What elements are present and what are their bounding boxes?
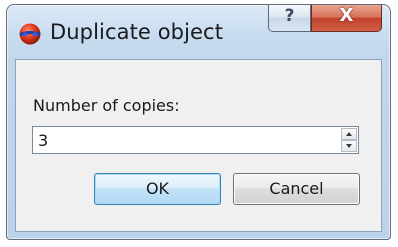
dialog-body: Number of copies: 3 OK Cancel: [15, 59, 382, 232]
copies-value[interactable]: 3: [38, 131, 48, 150]
ok-button[interactable]: OK: [94, 173, 221, 205]
spin-down-button[interactable]: [341, 140, 357, 152]
copies-spinbox[interactable]: 3: [32, 126, 359, 154]
help-button[interactable]: ?: [268, 5, 311, 32]
close-button[interactable]: X: [311, 5, 382, 32]
help-icon: ?: [284, 6, 295, 26]
window-title: Duplicate object: [50, 20, 224, 44]
title-bar[interactable]: Duplicate object ? X: [7, 5, 390, 59]
close-icon: X: [339, 5, 354, 26]
dialog-window: Duplicate object ? X Number of copies: 3…: [6, 4, 391, 240]
cancel-button[interactable]: Cancel: [233, 173, 360, 205]
spin-arrows: [341, 128, 357, 152]
red-blue-sphere-icon: [18, 22, 42, 46]
copies-label: Number of copies:: [33, 96, 180, 115]
spin-up-button[interactable]: [341, 128, 357, 140]
